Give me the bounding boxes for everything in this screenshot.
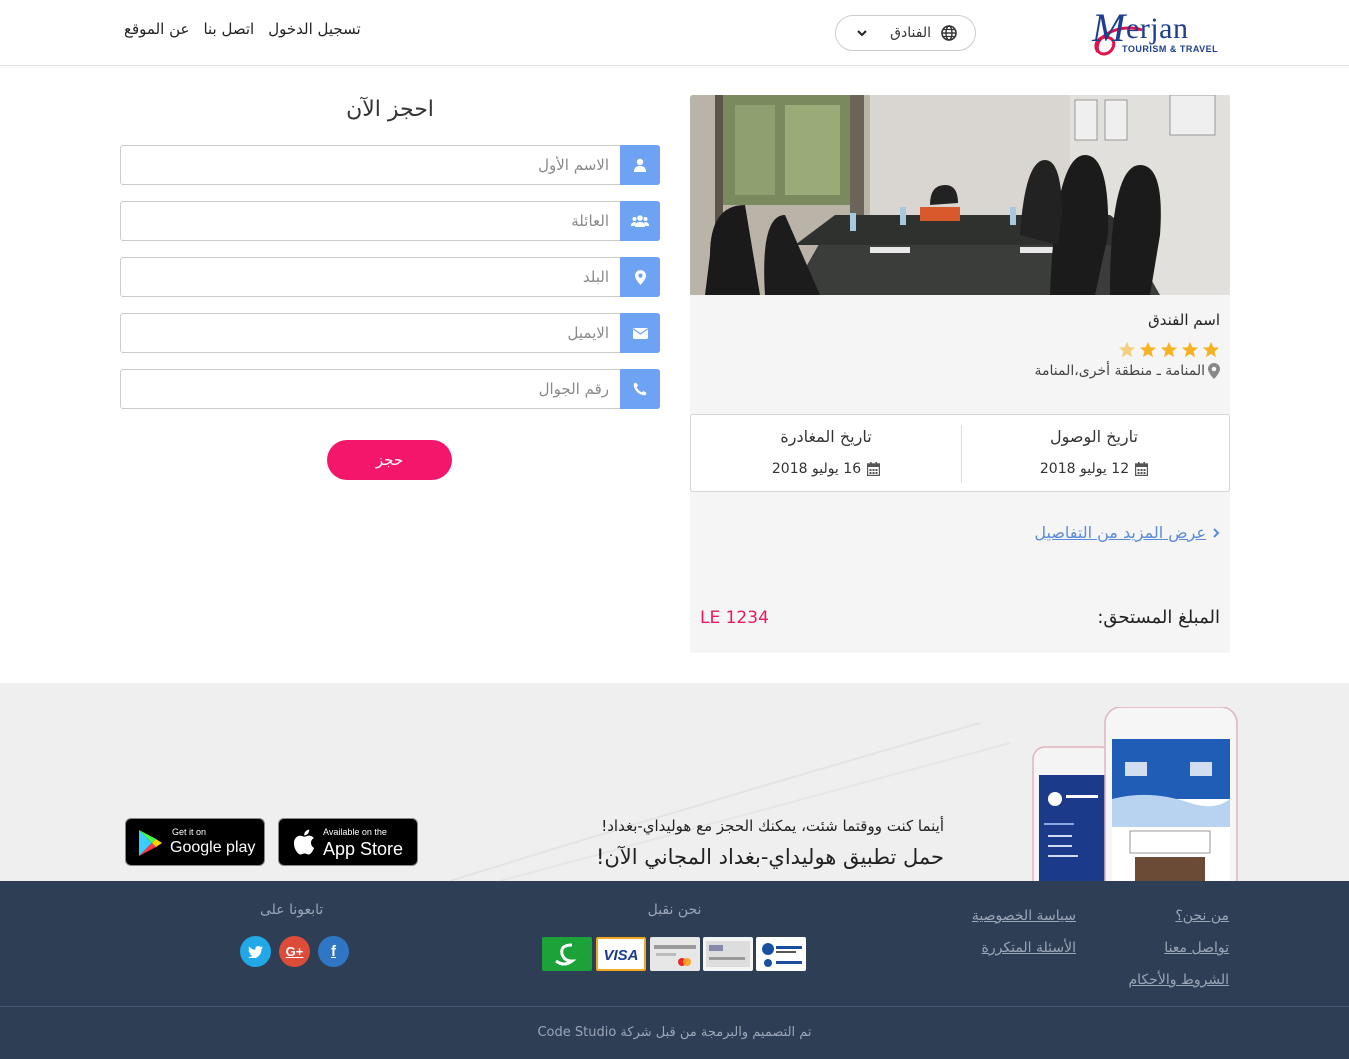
logo-letter-m: M xyxy=(1092,5,1126,50)
envelope-icon xyxy=(620,313,660,353)
departure-date-block: تاريخ المغادرة 16 يوليو 2018 xyxy=(691,415,961,493)
hotel-photo xyxy=(690,95,1230,295)
site-footer: من نحن؟ تواصل معنا الشروط والأحكام سياسة… xyxy=(0,881,1349,1059)
google-play-small-text: Get it on xyxy=(172,827,207,837)
first-name-input[interactable] xyxy=(121,146,621,184)
logo-tagline: TOURISM & TRAVEL xyxy=(1122,44,1219,54)
arrival-date-value-row: 12 يوليو 2018 xyxy=(959,461,1229,477)
nav-login[interactable]: تسجيل الدخول xyxy=(268,20,360,38)
mastercard-logo xyxy=(650,937,700,971)
google-play-big-text: Google play xyxy=(170,839,256,856)
app-store-button[interactable]: Available on the App Store xyxy=(278,818,418,866)
phone-icon xyxy=(620,369,660,409)
app-download-banner: أينما كنت ووقتما شئت، يمكنك الحجز مع هول… xyxy=(0,683,1349,881)
follow-title: تابعونا على xyxy=(260,902,324,918)
country-field xyxy=(120,257,660,297)
calendar-icon xyxy=(1135,462,1149,476)
book-button[interactable]: حجز xyxy=(327,440,452,480)
departure-date-value: 16 يوليو 2018 xyxy=(771,461,862,477)
category-select-label: الفنادق xyxy=(890,25,931,41)
stay-dates: تاريخ الوصول 12 يوليو 2018 تاريخ المغادر… xyxy=(690,414,1230,492)
departure-date-value-row: 16 يوليو 2018 xyxy=(691,461,961,477)
app-banner-title: حمل تطبيق هوليداي-بغداد المجاني الآن! xyxy=(595,845,944,869)
footer-link-contact[interactable]: تواصل معنا xyxy=(1164,940,1229,956)
user-icon xyxy=(620,145,660,185)
star-icon xyxy=(1139,341,1157,358)
star-icon xyxy=(1181,341,1199,358)
email-field xyxy=(120,313,660,353)
booking-form-title: احجز الآن xyxy=(346,97,434,122)
google-plus-icon[interactable]: G+ xyxy=(279,936,310,967)
national-bank-logo xyxy=(756,937,806,971)
map-marker-icon xyxy=(1208,363,1220,379)
total-price: LE 1234 xyxy=(700,608,769,628)
nav-contact[interactable]: اتصل بنا xyxy=(203,20,254,38)
category-select[interactable]: الفنادق xyxy=(835,15,976,51)
facebook-icon[interactable]: f xyxy=(318,936,349,967)
app-phones-image xyxy=(1030,706,1240,881)
visa-logo: VISA xyxy=(596,937,646,971)
logo-text: erjan xyxy=(1126,12,1189,45)
footer-link-faq[interactable]: الأسئلة المتكررة xyxy=(982,940,1076,956)
site-header: M erjan TOURISM & TRAVEL الفنادق عن المو… xyxy=(0,0,1349,66)
payment-logo-green xyxy=(542,937,592,971)
calendar-icon xyxy=(867,462,881,476)
star-half-icon xyxy=(1118,341,1136,358)
hotel-location: المنامة ـ منطقة أخرى،المنامة xyxy=(1035,363,1220,379)
country-input[interactable] xyxy=(121,258,621,296)
google-play-icon xyxy=(139,830,162,856)
twitter-icon[interactable] xyxy=(240,936,271,967)
top-nav: عن الموقع اتصل بنا تسجيل الدخول xyxy=(124,20,361,38)
map-marker-icon xyxy=(620,257,660,297)
arrival-date-block: تاريخ الوصول 12 يوليو 2018 xyxy=(959,415,1229,493)
hotel-name: اسم الفندق xyxy=(1148,311,1220,329)
svg-text:VISA: VISA xyxy=(603,947,638,964)
merjan-logo[interactable]: M erjan TOURISM & TRAVEL xyxy=(1090,4,1220,58)
mobile-field xyxy=(120,369,660,409)
more-details-text: عرض المزيد من التفاصيل xyxy=(1034,523,1206,542)
chevron-right-icon xyxy=(1213,527,1220,538)
app-store-big-text: App Store xyxy=(323,839,404,859)
copyright-text: تم التصميم والبرمجة من قبل شركة Code Stu… xyxy=(537,1025,812,1040)
footer-link-terms[interactable]: الشروط والأحكام xyxy=(1129,972,1229,988)
family-name-input[interactable] xyxy=(121,202,621,240)
bank-card-logo xyxy=(703,937,753,971)
chevron-down-icon xyxy=(857,30,867,37)
hotel-summary-card: اسم الفندق المنامة ـ منطقة أخرى،المنامة … xyxy=(690,95,1230,653)
arrival-date-title: تاريخ الوصول xyxy=(1050,427,1138,446)
more-details-link[interactable]: عرض المزيد من التفاصيل xyxy=(1034,523,1220,542)
arrival-date-value: 12 يوليو 2018 xyxy=(1039,461,1130,477)
departure-date-title: تاريخ المغادرة xyxy=(780,427,872,446)
footer-divider xyxy=(0,1006,1349,1007)
google-play-button[interactable]: Get it on Google play xyxy=(125,818,265,866)
apple-icon xyxy=(293,829,315,855)
star-icon xyxy=(1160,341,1178,358)
mobile-input[interactable] xyxy=(121,370,621,408)
total-label: المبلغ المستحق: xyxy=(1097,607,1220,628)
nav-about[interactable]: عن الموقع xyxy=(124,20,189,38)
users-icon xyxy=(620,201,660,241)
globe-icon xyxy=(941,25,957,41)
hotel-rating xyxy=(1118,341,1220,359)
hotel-location-text: المنامة ـ منطقة أخرى،المنامة xyxy=(1034,363,1205,379)
family-name-field xyxy=(120,201,660,241)
payments-title: نحن نقبل xyxy=(647,902,702,918)
first-name-field xyxy=(120,145,660,185)
email-input[interactable] xyxy=(121,314,621,352)
star-icon xyxy=(1202,341,1220,358)
app-banner-subtitle: أينما كنت ووقتما شئت، يمكنك الحجز مع هول… xyxy=(601,817,944,835)
app-store-small-text: Available on the xyxy=(323,827,387,837)
date-divider xyxy=(961,425,962,483)
